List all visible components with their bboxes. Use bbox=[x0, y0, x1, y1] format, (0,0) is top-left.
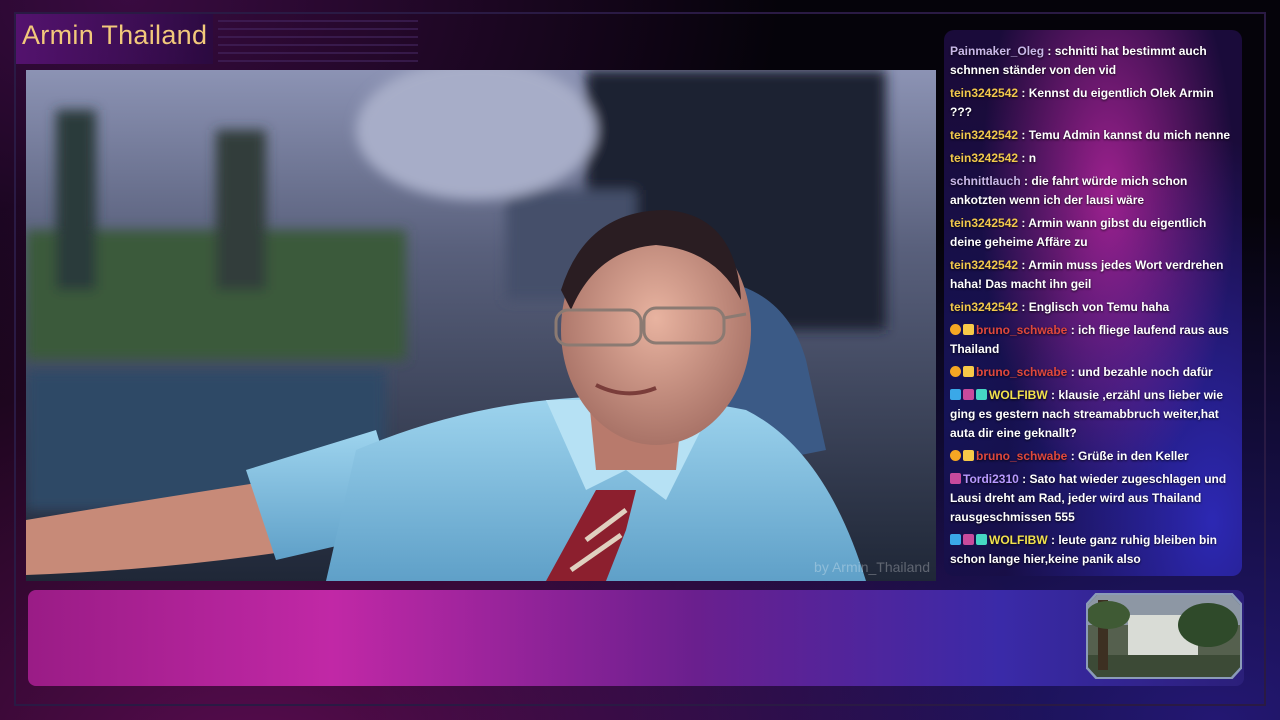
cyan-badge-icon bbox=[976, 534, 987, 545]
chat-message-text: n bbox=[1028, 151, 1037, 165]
bottom-banner bbox=[28, 590, 1244, 686]
chat-message-text: und bezahle noch dafür bbox=[1078, 365, 1213, 379]
video-frame-image bbox=[26, 70, 936, 581]
chat-separator: : bbox=[1047, 533, 1059, 547]
chat-message: tein3242542 : Armin muss jedes Wort verd… bbox=[950, 256, 1236, 294]
chat-message: schnittlauch : die fahrt würde mich scho… bbox=[950, 172, 1236, 210]
orange-badge-icon bbox=[950, 450, 961, 461]
chat-message: tein3242542 : Temu Admin kannst du mich … bbox=[950, 126, 1236, 145]
orange-badge-icon bbox=[950, 324, 961, 335]
chat-message: tein3242542 : Kennst du eigentlich Olek … bbox=[950, 84, 1236, 122]
title-decoration bbox=[218, 14, 418, 62]
thumbnail-image bbox=[1088, 595, 1240, 677]
chat-separator: : bbox=[1018, 258, 1029, 272]
chat-separator: : bbox=[1018, 300, 1029, 314]
chat-message-text: Englisch von Temu haha bbox=[1028, 300, 1170, 314]
chat-username[interactable]: Tordi2310 bbox=[963, 472, 1019, 486]
chat-message: tein3242542 : Armin wann gibst du eigent… bbox=[950, 214, 1236, 252]
chat-username[interactable]: tein3242542 bbox=[950, 151, 1018, 165]
chat-separator: : bbox=[1018, 216, 1029, 230]
cyan-badge-icon bbox=[976, 389, 987, 400]
chat-username[interactable]: tein3242542 bbox=[950, 258, 1018, 272]
gold-badge-icon bbox=[963, 324, 974, 335]
chat-message: WOLFIBW : leute ganz ruhig bleiben bin s… bbox=[950, 531, 1236, 569]
chat-username[interactable]: bruno_schwabe bbox=[976, 323, 1067, 337]
chat-separator: : bbox=[1018, 472, 1030, 486]
chat-message-text: Temu Admin kannst du mich nenne bbox=[1028, 128, 1231, 142]
pink-badge-icon bbox=[963, 534, 974, 545]
orange-badge-icon bbox=[950, 366, 961, 377]
chat-username[interactable]: bruno_schwabe bbox=[976, 449, 1067, 463]
chat-username[interactable]: bruno_schwabe bbox=[976, 365, 1067, 379]
chat-separator: : bbox=[1067, 449, 1079, 463]
gold-badge-icon bbox=[963, 366, 974, 377]
chat-message: Painmaker_Oleg : schnitti hat bestimmt a… bbox=[950, 42, 1236, 80]
chat-separator: : bbox=[1018, 151, 1029, 165]
prime-badge-icon bbox=[950, 389, 961, 400]
chat-separator: : bbox=[1047, 388, 1059, 402]
chat-username[interactable]: tein3242542 bbox=[950, 128, 1018, 142]
chat-message: WOLFIBW : klausie ,erzähl uns lieber wie… bbox=[950, 386, 1236, 443]
chat-message: bruno_schwabe : ich fliege laufend raus … bbox=[950, 321, 1236, 359]
chat-separator: : bbox=[1044, 44, 1055, 58]
chat-username[interactable]: tein3242542 bbox=[950, 300, 1018, 314]
chat-username[interactable]: tein3242542 bbox=[950, 86, 1018, 100]
chat-username[interactable]: Painmaker_Oleg bbox=[950, 44, 1044, 58]
chat-panel[interactable]: Painmaker_Oleg : schnitti hat bestimmt a… bbox=[944, 30, 1242, 576]
pink-badge-icon bbox=[950, 473, 961, 484]
channel-title: Armin Thailand bbox=[16, 14, 214, 64]
chat-username[interactable]: schnittlauch bbox=[950, 174, 1021, 188]
chat-separator: : bbox=[1020, 174, 1032, 188]
chat-message: tein3242542 : Englisch von Temu haha bbox=[950, 298, 1236, 317]
chat-separator: : bbox=[1067, 323, 1079, 337]
chat-message: bruno_schwabe : und bezahle noch dafür bbox=[950, 363, 1236, 382]
prime-badge-icon bbox=[950, 534, 961, 545]
chat-username[interactable]: WOLFIBW bbox=[989, 533, 1048, 547]
gold-badge-icon bbox=[963, 450, 974, 461]
chat-username[interactable]: tein3242542 bbox=[950, 216, 1018, 230]
webcam-video[interactable]: by Armin_Thailand bbox=[26, 70, 936, 581]
camera-thumbnail[interactable] bbox=[1088, 595, 1240, 677]
chat-message: tein3242542 : n bbox=[950, 149, 1236, 168]
chat-separator: : bbox=[1018, 86, 1029, 100]
chat-message: bruno_schwabe : Grüße in den Keller bbox=[950, 447, 1236, 466]
chat-message: Tordi2310 : Sato hat wieder zugeschlagen… bbox=[950, 470, 1236, 527]
chat-message-text: Grüße in den Keller bbox=[1078, 449, 1189, 463]
chat-separator: : bbox=[1018, 128, 1029, 142]
chat-separator: : bbox=[1067, 365, 1079, 379]
pink-badge-icon bbox=[963, 389, 974, 400]
chat-username[interactable]: WOLFIBW bbox=[989, 388, 1048, 402]
video-watermark: by Armin_Thailand bbox=[814, 559, 930, 575]
